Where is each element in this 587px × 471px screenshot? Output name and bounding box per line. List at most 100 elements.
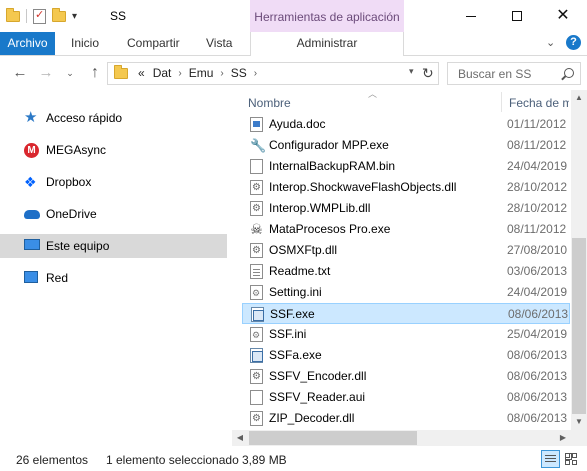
new-folder-icon[interactable]: [52, 7, 66, 22]
file-row[interactable]: Setting.ini 24/04/2019: [242, 282, 570, 303]
search-input[interactable]: Buscar en SS: [447, 62, 581, 85]
application-icon: [250, 348, 263, 363]
breadcrumb-item[interactable]: Emu: [185, 63, 218, 84]
status-bar: 26 elementos 1 elemento seleccionado 3,8…: [0, 447, 587, 471]
minimize-icon: [466, 15, 476, 17]
file-date: 25/04/2019: [507, 327, 568, 341]
breadcrumb-separator-icon[interactable]: ›: [175, 63, 184, 84]
refresh-icon[interactable]: ↻: [422, 65, 434, 82]
file-row[interactable]: Ayuda.doc 01/11/2012: [242, 114, 570, 135]
ribbon-tabs: Archivo Inicio Compartir Vista Administr…: [0, 32, 587, 56]
file-date: 08/06/2013: [508, 307, 569, 321]
file-name: SSFV_Reader.aui: [269, 390, 366, 404]
tab-archivo[interactable]: Archivo: [0, 32, 55, 55]
file-row[interactable]: ☠ MataProcesos Pro.exe 08/11/2012: [242, 219, 570, 240]
vertical-scroll-thumb[interactable]: [572, 238, 586, 414]
dll-icon: [250, 369, 263, 384]
column-header-name[interactable]: Nombre: [248, 96, 291, 110]
vertical-scrollbar[interactable]: ▲ ▼: [571, 90, 587, 430]
scroll-left-icon[interactable]: ◀: [232, 430, 248, 446]
file-name: SSF.ini: [269, 327, 307, 341]
tab-vista[interactable]: Vista: [198, 32, 240, 55]
nav-item-megasync[interactable]: M MEGAsync: [0, 138, 227, 162]
breadcrumb-separator-icon[interactable]: ›: [217, 63, 226, 84]
file-row[interactable]: Readme.txt 03/06/2013: [242, 261, 570, 282]
file-name: OSMXFtp.dll: [269, 243, 338, 257]
navigation-pane: ★ Acceso rápido M MEGAsync ❖ Dropbox One…: [0, 90, 230, 445]
breadcrumb: « Dat › Emu › SS ›: [134, 63, 260, 84]
file-date: 08/06/2013: [507, 369, 568, 383]
expand-ribbon-icon[interactable]: ⌄: [546, 36, 555, 49]
tab-compartir[interactable]: Compartir: [119, 32, 188, 55]
properties-icon[interactable]: [33, 8, 46, 24]
application-icon: [251, 307, 264, 322]
item-count: 26 elementos: [16, 453, 89, 467]
file-name: MataProcesos Pro.exe: [269, 222, 391, 236]
breadcrumb-item[interactable]: SS: [227, 63, 251, 84]
file-row[interactable]: SSFV_Reader.aui 08/06/2013: [242, 387, 570, 408]
file-row[interactable]: OSMXFtp.dll 27/08/2010: [242, 240, 570, 261]
file-row[interactable]: SSF.exe 08/06/2013: [242, 303, 570, 324]
file-row[interactable]: 🔧 Configurador MPP.exe 08/11/2012: [242, 135, 570, 156]
file-row[interactable]: SSFV_Encoder.dll 08/06/2013: [242, 366, 570, 387]
help-icon[interactable]: ?: [566, 35, 581, 50]
close-button[interactable]: ✕: [540, 0, 586, 32]
scroll-right-icon[interactable]: ▶: [555, 430, 571, 446]
maximize-icon: [512, 11, 522, 21]
forward-button[interactable]: →: [36, 63, 56, 83]
file-row[interactable]: ZIP_Decoder.dll 08/06/2013: [242, 408, 570, 429]
horizontal-scroll-thumb[interactable]: [249, 431, 417, 445]
file-name: InternalBackupRAM.bin: [269, 159, 396, 173]
nav-item-label: Este equipo: [46, 239, 110, 253]
nav-item-label: MEGAsync: [46, 143, 107, 157]
folder-icon: [114, 65, 128, 79]
dll-icon: [250, 201, 263, 216]
nav-item-dropbox[interactable]: ❖ Dropbox: [0, 170, 227, 194]
recent-locations-chevron-icon[interactable]: ⌄: [60, 63, 80, 83]
onedrive-icon: [24, 210, 40, 219]
customize-toolbar-dropdown-icon[interactable]: ▾: [72, 11, 77, 22]
file-icon: [250, 390, 263, 405]
address-history-dropdown-icon[interactable]: ▾: [409, 66, 414, 77]
file-date: 08/11/2012: [507, 222, 567, 236]
file-row[interactable]: InternalBackupRAM.bin 24/04/2019: [242, 156, 570, 177]
toolbar-separator: [26, 9, 27, 23]
up-button[interactable]: ↑: [85, 63, 105, 83]
close-icon: ✕: [556, 7, 570, 24]
nav-item-label: Acceso rápido: [46, 111, 123, 125]
large-icons-view-icon[interactable]: [563, 451, 579, 467]
details-view-icon[interactable]: [541, 450, 560, 468]
nav-item-este-equipo[interactable]: Este equipo: [0, 234, 227, 258]
file-row[interactable]: SSF.ini 25/04/2019: [242, 324, 570, 345]
column-header-date[interactable]: Fecha de m: [509, 96, 569, 110]
file-name: SSFa.exe: [269, 348, 322, 362]
network-icon: [24, 271, 38, 283]
nav-item-red[interactable]: Red: [0, 266, 227, 290]
file-date: 27/08/2010: [507, 243, 568, 257]
file-row[interactable]: SSFa.exe 08/06/2013: [242, 345, 570, 366]
file-row[interactable]: Interop.ShockwaveFlashObjects.dll 28/10/2…: [242, 177, 570, 198]
breadcrumb-separator-icon[interactable]: ›: [251, 63, 260, 84]
back-button[interactable]: ←: [10, 63, 30, 83]
nav-item-acceso-rapido[interactable]: ★ Acceso rápido: [0, 106, 227, 130]
file-date: 03/06/2013: [507, 264, 568, 278]
scroll-up-icon[interactable]: ▲: [571, 90, 587, 106]
minimize-button[interactable]: [448, 0, 494, 32]
skull-icon: ☠: [250, 221, 263, 237]
column-divider[interactable]: [501, 92, 502, 112]
maximize-button[interactable]: [494, 0, 540, 32]
tab-inicio[interactable]: Inicio: [63, 32, 107, 55]
horizontal-scrollbar[interactable]: ◀ ▶: [232, 430, 571, 446]
scroll-down-icon[interactable]: ▼: [571, 414, 587, 430]
column-header-row: ︿ Nombre Fecha de m: [232, 89, 570, 112]
nav-item-onedrive[interactable]: OneDrive: [0, 202, 227, 226]
breadcrumb-overflow[interactable]: «: [134, 63, 149, 84]
breadcrumb-item[interactable]: Dat: [149, 63, 176, 84]
address-bar[interactable]: « Dat › Emu › SS › ▾ ↻: [107, 62, 439, 85]
nav-item-label: Dropbox: [46, 175, 92, 189]
file-date: 08/06/2013: [507, 411, 568, 425]
tab-administrar[interactable]: Administrar: [250, 32, 404, 56]
dll-icon: [250, 180, 263, 195]
file-name: SSF.exe: [270, 307, 315, 321]
file-row[interactable]: Interop.WMPLib.dll 28/10/2012: [242, 198, 570, 219]
